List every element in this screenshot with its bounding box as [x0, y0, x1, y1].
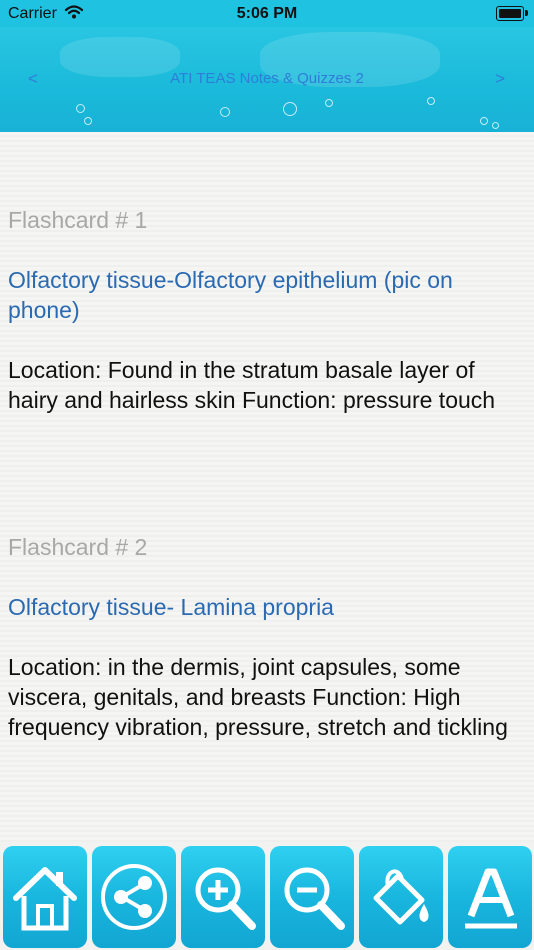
- bubble-decoration: [220, 107, 230, 117]
- home-button[interactable]: [3, 846, 87, 948]
- flashcard: Flashcard # 2 Olfactory tissue- Lamina p…: [8, 532, 518, 742]
- next-button[interactable]: >: [495, 69, 505, 89]
- flashcard-term: Olfactory tissue- Lamina propria: [8, 594, 334, 620]
- flashcard-definition: Location: Found in the stratum basale la…: [8, 357, 496, 413]
- paint-bucket-icon: [373, 869, 429, 925]
- status-time: 5:06 PM: [236, 5, 298, 22]
- font-size-button[interactable]: [448, 846, 532, 948]
- flashcard-definition: Location: in the dermis, joint capsules,…: [8, 654, 508, 740]
- flashcard-number: Flashcard # 2: [8, 534, 148, 560]
- bubble-decoration: [283, 102, 297, 116]
- nav-bar: < ATI TEAS Notes & Quizzes 2 >: [0, 27, 534, 132]
- bubble-decoration: [76, 104, 85, 113]
- zoom-out-icon: [284, 867, 345, 930]
- status-bar: Carrier 5:06 PM: [0, 0, 534, 27]
- font-icon: [465, 868, 517, 929]
- flashcard-list[interactable]: Flashcard # 1 Olfactory tissue-Olfactory…: [0, 132, 534, 842]
- bubble-decoration: [492, 122, 499, 129]
- flashcard-number: Flashcard # 1: [8, 207, 148, 233]
- bottom-toolbar: [0, 842, 534, 950]
- theme-button[interactable]: [359, 846, 443, 948]
- flashcard-term: Olfactory tissue-Olfactory epithelium (p…: [8, 267, 453, 323]
- bubble-decoration: [325, 99, 333, 107]
- bubble-decoration: [480, 117, 488, 125]
- zoom-in-button[interactable]: [181, 846, 265, 948]
- zoom-out-button[interactable]: [270, 846, 354, 948]
- battery-icon: [496, 6, 528, 21]
- bubble-decoration: [84, 117, 92, 125]
- page-title: ATI TEAS Notes & Quizzes 2: [170, 70, 364, 87]
- flashcard: Flashcard # 1 Olfactory tissue-Olfactory…: [8, 205, 518, 415]
- share-icon: [101, 864, 167, 930]
- zoom-in-icon: [195, 867, 256, 930]
- home-icon: [13, 867, 77, 931]
- share-button[interactable]: [92, 846, 176, 948]
- bubble-decoration: [427, 97, 435, 105]
